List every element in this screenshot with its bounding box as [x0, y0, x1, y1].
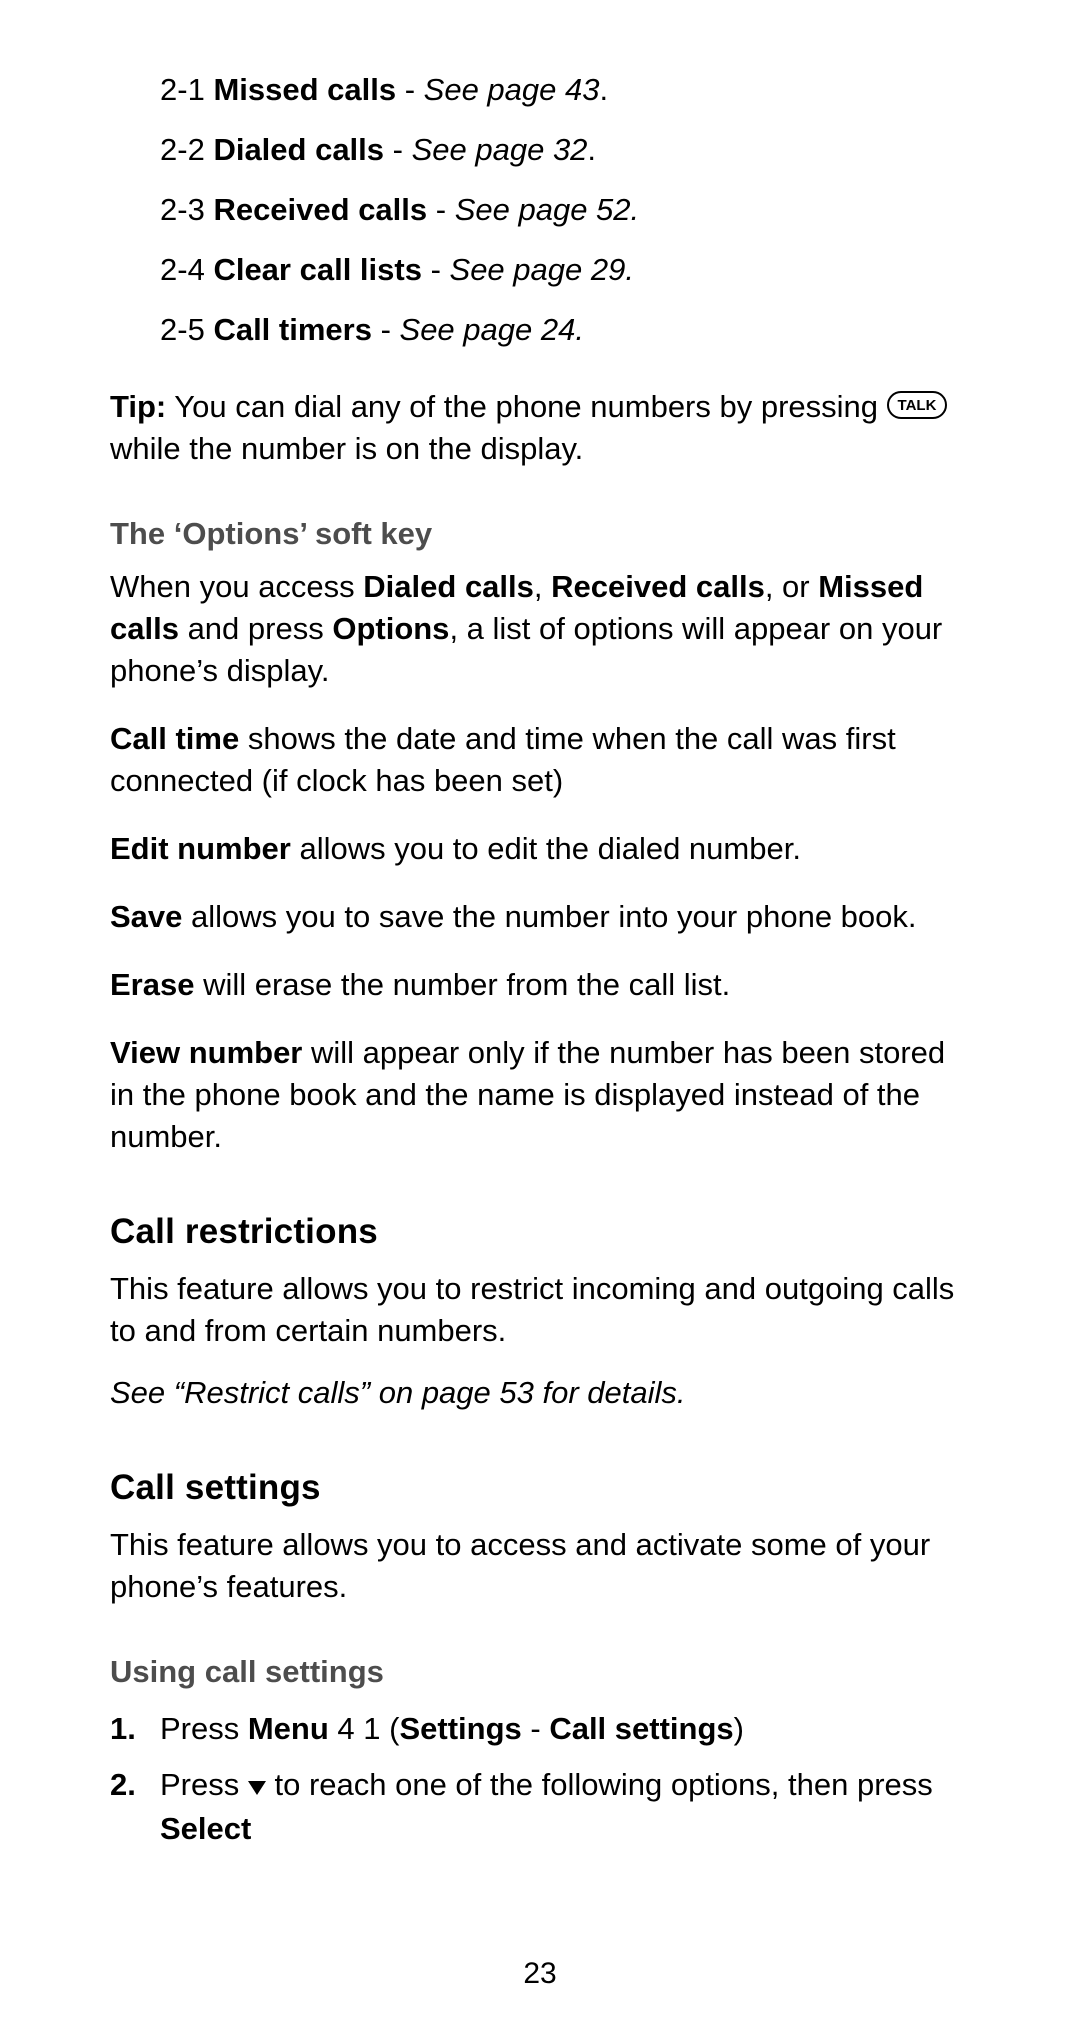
- option-name: Erase: [110, 967, 194, 1002]
- text-bold: Dialed calls: [363, 569, 534, 604]
- option-item: Erase will erase the number from the cal…: [110, 964, 970, 1006]
- text: -: [522, 1711, 550, 1746]
- separator: -: [431, 252, 450, 287]
- option-item: View number will appear only if the numb…: [110, 1032, 970, 1158]
- step-body: Press to reach one of the following opti…: [160, 1764, 970, 1850]
- page-ref: See page 24.: [400, 312, 584, 347]
- submenu-title: Dialed calls: [213, 132, 384, 167]
- options-intro: When you access Dialed calls, Received c…: [110, 566, 970, 692]
- call-settings-heading: Call settings: [110, 1468, 970, 1508]
- text: Press: [160, 1767, 248, 1802]
- separator: -: [405, 72, 424, 107]
- submenu-title: Missed calls: [213, 72, 396, 107]
- submenu-number: 2-4: [160, 252, 205, 287]
- text-bold: Call settings: [549, 1711, 733, 1746]
- option-item: Save allows you to save the number into …: [110, 896, 970, 938]
- text: When you access: [110, 569, 363, 604]
- trailing-dot: .: [587, 132, 596, 167]
- submenu-item: 2-2 Dialed calls - See page 32.: [160, 120, 970, 180]
- call-settings-body: This feature allows you to access and ac…: [110, 1524, 970, 1608]
- text: to reach one of the following options, t…: [266, 1767, 933, 1802]
- step-number: 2.: [110, 1764, 160, 1806]
- submenu-list: 2-1 Missed calls - See page 43. 2-2 Dial…: [160, 60, 970, 360]
- submenu-item: 2-1 Missed calls - See page 43.: [160, 60, 970, 120]
- option-name: Edit number: [110, 831, 291, 866]
- option-name: Save: [110, 899, 182, 934]
- text: , or: [765, 569, 818, 604]
- step-item: 2. Press to reach one of the following o…: [110, 1764, 970, 1850]
- option-desc: allows you to save the number into your …: [182, 899, 916, 934]
- options-softkey-heading: The ‘Options’ soft key: [110, 516, 970, 552]
- step-body: Press Menu 4 1 (Settings - Call settings…: [160, 1708, 970, 1750]
- svg-text:TALK: TALK: [897, 397, 936, 414]
- text-bold: Settings: [399, 1711, 521, 1746]
- submenu-number: 2-3: [160, 192, 205, 227]
- submenu-number: 2-5: [160, 312, 205, 347]
- page-ref: See page 29.: [450, 252, 634, 287]
- submenu-item: 2-3 Received calls - See page 52.: [160, 180, 970, 240]
- call-restrictions-body: This feature allows you to restrict inco…: [110, 1268, 970, 1352]
- submenu-title: Clear call lists: [213, 252, 422, 287]
- text-bold: Menu: [248, 1711, 329, 1746]
- submenu-number: 2-1: [160, 72, 205, 107]
- tip-label: Tip:: [110, 389, 166, 424]
- option-name: View number: [110, 1035, 302, 1070]
- separator: -: [436, 192, 455, 227]
- text: 4 1 (: [329, 1711, 400, 1746]
- step-item: 1. Press Menu 4 1 (Settings - Call setti…: [110, 1708, 970, 1750]
- tip-paragraph: Tip: You can dial any of the phone numbe…: [110, 386, 970, 470]
- manual-page: 2-1 Missed calls - See page 43. 2-2 Dial…: [0, 0, 1080, 2039]
- trailing-dot: .: [599, 72, 608, 107]
- text: ): [734, 1711, 744, 1746]
- text: and press: [179, 611, 332, 646]
- submenu-title: Call timers: [213, 312, 372, 347]
- option-desc: will erase the number from the call list…: [194, 967, 730, 1002]
- submenu-number: 2-2: [160, 132, 205, 167]
- down-arrow-icon: [248, 1766, 266, 1808]
- step-number: 1.: [110, 1708, 160, 1750]
- separator: -: [381, 312, 400, 347]
- text: Press: [160, 1711, 248, 1746]
- tip-text: You can dial any of the phone numbers by…: [166, 389, 886, 424]
- text-bold: Options: [332, 611, 449, 646]
- text-bold: Select: [160, 1811, 251, 1846]
- option-item: Edit number allows you to edit the diale…: [110, 828, 970, 870]
- separator: -: [393, 132, 412, 167]
- using-call-settings-heading: Using call settings: [110, 1654, 970, 1690]
- page-number: 23: [0, 1957, 1080, 1991]
- submenu-item: 2-4 Clear call lists - See page 29.: [160, 240, 970, 300]
- tip-text-after: while the number is on the display.: [110, 431, 583, 466]
- steps-list: 1. Press Menu 4 1 (Settings - Call setti…: [110, 1708, 970, 1850]
- call-restrictions-heading: Call restrictions: [110, 1212, 970, 1252]
- page-ref: See page 52.: [455, 192, 639, 227]
- page-ref: See page 32: [412, 132, 588, 167]
- submenu-item: 2-5 Call timers - See page 24.: [160, 300, 970, 360]
- option-item: Call time shows the date and time when t…: [110, 718, 970, 802]
- talk-key-icon: TALK: [887, 391, 947, 419]
- call-restrictions-ref: See “Restrict calls” on page 53 for deta…: [110, 1372, 970, 1414]
- option-name: Call time: [110, 721, 239, 756]
- text-bold: Received calls: [551, 569, 765, 604]
- option-desc: allows you to edit the dialed number.: [291, 831, 801, 866]
- page-ref: See page 43: [424, 72, 600, 107]
- submenu-title: Received calls: [213, 192, 427, 227]
- text: ,: [534, 569, 551, 604]
